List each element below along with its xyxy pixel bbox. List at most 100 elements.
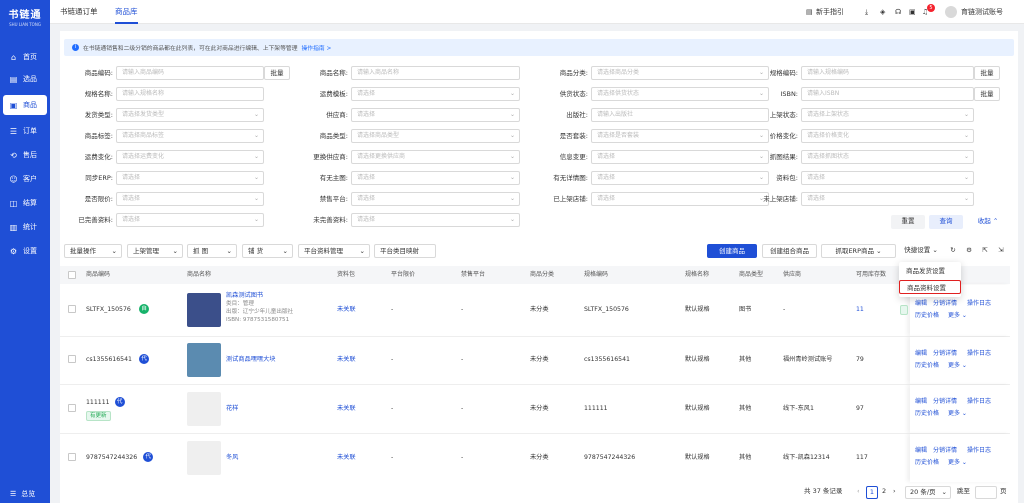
edit-link[interactable]: 编辑: [915, 396, 927, 405]
product-name-link[interactable]: 冬风: [226, 453, 238, 462]
collapse-filter-button[interactable]: 收起 ⌃: [970, 215, 1006, 229]
filter-input[interactable]: 请选择更换供应商 ⌄: [351, 150, 520, 164]
filter-input[interactable]: 请选择 ⌄: [351, 213, 520, 227]
price-history-link[interactable]: 历史价格: [915, 408, 939, 417]
guide-icon[interactable]: ▤: [806, 0, 813, 24]
filter-input[interactable]: 请选择 ⌄: [591, 192, 769, 206]
filter-input[interactable]: 请选择商品类型 ⌄: [351, 129, 520, 143]
more-actions-button[interactable]: 更多 ⌄: [948, 457, 967, 466]
sidebar-item-select[interactable]: ▤ 选品: [0, 69, 50, 89]
page-2-button[interactable]: 2: [882, 486, 886, 499]
create-combo-button[interactable]: 创建组合商品: [762, 244, 817, 258]
edit-link[interactable]: 编辑: [915, 445, 927, 454]
package-link[interactable]: 未关联: [337, 453, 356, 462]
sidebar-collapse-button[interactable]: ☰ 总览: [0, 489, 50, 499]
filter-input[interactable]: 请选择 ⌄: [116, 192, 264, 206]
reset-button[interactable]: 重置: [891, 215, 925, 229]
filter-input[interactable]: 请选择抓图状态 ⌄: [801, 150, 974, 164]
import-icon[interactable]: ⇲: [995, 244, 1007, 258]
sidebar-item-aftersale[interactable]: ⟲ 售后: [0, 145, 50, 165]
price-history-link[interactable]: 历史价格: [915, 310, 939, 319]
filter-input[interactable]: 请选择 ⌄: [351, 108, 520, 122]
filter-input[interactable]: 请选择 ⌄: [351, 171, 520, 185]
package-link[interactable]: 未关联: [337, 355, 356, 364]
edit-link[interactable]: 编辑: [915, 298, 927, 307]
avatar[interactable]: [945, 6, 957, 18]
filter-input[interactable]: 请选择供货状态 ⌄: [591, 87, 769, 101]
guide-link[interactable]: 新手指引: [816, 0, 844, 24]
filter-input[interactable]: 请输入商品名称: [351, 66, 520, 80]
menu-item-product-info-settings[interactable]: 商品资料设置: [899, 280, 961, 294]
toolbar-button[interactable]: 批量操作 ⌄: [64, 244, 122, 258]
filter-input[interactable]: 请输入规格名称: [116, 87, 264, 101]
distribution-detail-link[interactable]: 分销详情: [933, 445, 957, 454]
product-name-link[interactable]: 凯森测试图书: [226, 291, 263, 300]
operation-log-link[interactable]: 操作日志: [967, 396, 991, 405]
more-actions-button[interactable]: 更多 ⌄: [948, 360, 967, 369]
operation-log-link[interactable]: 操作日志: [967, 348, 991, 357]
account-name[interactable]: 育链测试账号: [961, 0, 1003, 24]
row-checkbox[interactable]: [68, 403, 76, 412]
operation-log-link[interactable]: 操作日志: [967, 445, 991, 454]
filter-input[interactable]: 请选择 ⌄: [591, 150, 769, 164]
sidebar-item-settle[interactable]: ◫ 结算: [0, 193, 50, 213]
toolbar-button[interactable]: 上架管理 ⌄: [127, 244, 183, 258]
distribution-detail-link[interactable]: 分销详情: [933, 298, 957, 307]
product-name-link[interactable]: 测试商品嘿嘿大块: [226, 355, 276, 364]
sidebar-item-stats[interactable]: ▥ 统计: [0, 217, 50, 237]
batch-button[interactable]: 批量: [974, 66, 1000, 80]
edit-link[interactable]: 编辑: [915, 348, 927, 357]
filter-input[interactable]: 请选择发货类型 ⌄: [116, 108, 264, 122]
sidebar-item-settings[interactable]: ⚙ 设置: [0, 241, 50, 261]
product-name-link[interactable]: 花样: [226, 404, 238, 413]
export-icon[interactable]: ⇱: [979, 244, 991, 258]
gear-icon[interactable]: ⚙: [963, 244, 975, 258]
next-page-button[interactable]: ›: [893, 486, 896, 499]
bell-icon[interactable]: ♫: [922, 0, 928, 24]
quick-settings-button[interactable]: 快捷设置 ⌄: [899, 244, 943, 258]
distribution-detail-link[interactable]: 分销详情: [933, 396, 957, 405]
refresh-icon[interactable]: ↻: [947, 244, 959, 258]
filter-input[interactable]: 请选择 ⌄: [591, 171, 769, 185]
more-actions-button[interactable]: 更多 ⌄: [948, 310, 967, 319]
sidebar-item-home[interactable]: ⌂ 首页: [0, 47, 50, 67]
row-checkbox[interactable]: [68, 305, 76, 313]
batch-button[interactable]: 批量: [264, 66, 290, 80]
headset-icon[interactable]: ☊: [895, 0, 901, 24]
filter-input[interactable]: 请选择 ⌄: [351, 192, 520, 206]
theme-icon[interactable]: ◈: [880, 0, 885, 24]
lock-icon[interactable]: ▣: [909, 0, 916, 24]
more-actions-button[interactable]: 更多 ⌄: [948, 408, 967, 417]
filter-input[interactable]: 请输入商品编码: [116, 66, 264, 80]
toolbar-button[interactable]: 抓 图 ⌄: [187, 244, 237, 258]
tab-goods-library[interactable]: 商品库: [115, 0, 138, 24]
row-checkbox[interactable]: [68, 355, 76, 363]
row-checkbox[interactable]: [68, 452, 76, 461]
tab-shulian-orders[interactable]: 书链通订单: [60, 0, 98, 24]
tip-guide-link[interactable]: 操作指南 >: [302, 43, 332, 52]
filter-input[interactable]: 请选择商品标签 ⌄: [116, 129, 264, 143]
select-all-checkbox[interactable]: [68, 271, 76, 279]
filter-input[interactable]: 请选择价格变化 ⌄: [801, 129, 974, 143]
page-1-button[interactable]: 1: [866, 486, 878, 499]
filter-input[interactable]: 请输入规格编码: [801, 66, 974, 80]
filter-input[interactable]: 请选择商品分类 ⌄: [591, 66, 769, 80]
filter-input[interactable]: 请选择 ⌄: [116, 171, 264, 185]
filter-input[interactable]: 请输入出版社: [591, 108, 769, 122]
package-link[interactable]: 未关联: [337, 404, 356, 413]
search-button[interactable]: 查询: [929, 215, 963, 229]
prev-page-button[interactable]: ‹: [857, 486, 860, 499]
toolbar-button[interactable]: 平台类目映射: [374, 244, 436, 258]
batch-button[interactable]: 批量: [974, 87, 1000, 101]
download-icon[interactable]: ⤓: [865, 0, 868, 24]
filter-input[interactable]: 请选择 ⌄: [116, 213, 264, 227]
filter-input[interactable]: 请选择是否套装 ⌄: [591, 129, 769, 143]
filter-input[interactable]: 请输入ISBN: [801, 87, 974, 101]
filter-input[interactable]: 请选择上架状态 ⌄: [801, 108, 974, 122]
distribution-detail-link[interactable]: 分销详情: [933, 348, 957, 357]
goto-page-input[interactable]: [975, 486, 997, 499]
toolbar-button[interactable]: 铺 货 ⌄: [242, 244, 293, 258]
filter-input[interactable]: 请选择运费变化 ⌄: [116, 150, 264, 164]
toolbar-button[interactable]: 平台资料管理 ⌄: [298, 244, 370, 258]
sidebar-item-goods[interactable]: ▣ 商品: [3, 95, 47, 115]
